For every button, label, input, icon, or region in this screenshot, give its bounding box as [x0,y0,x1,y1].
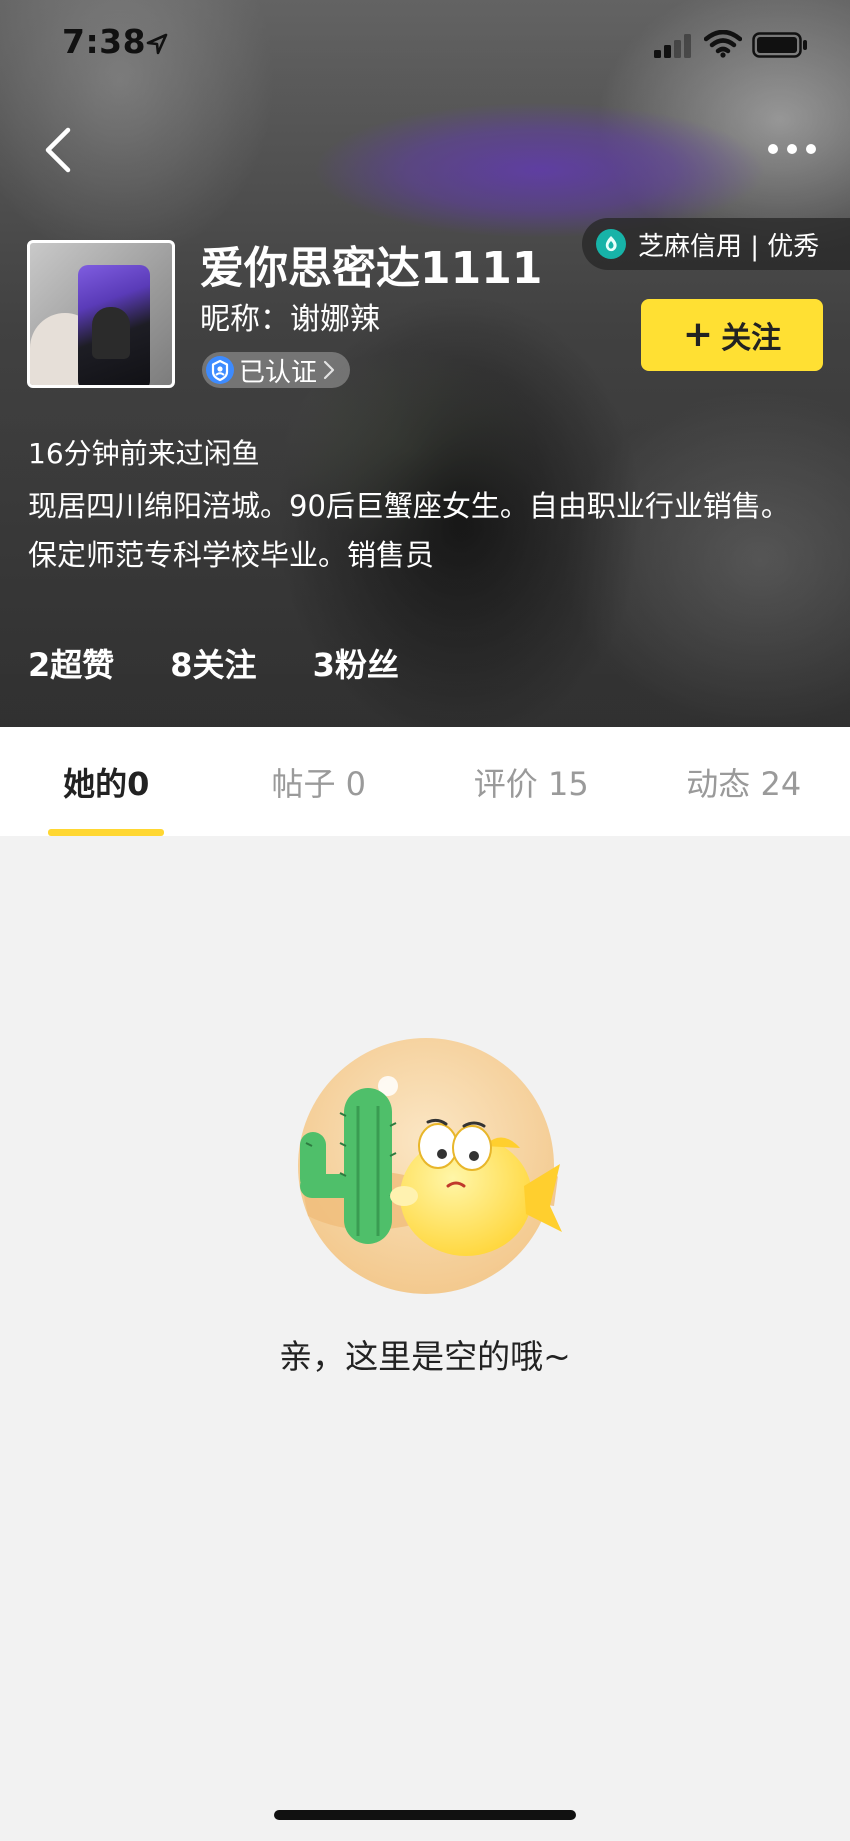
tab-label: 她的0 [63,764,150,803]
verified-badge[interactable]: 已认证 [202,352,350,388]
tab-label: 动态 24 [686,764,802,803]
tab-label: 评价 15 [473,764,589,803]
bio-text: 现居四川绵阳涪城。90后巨蟹座女生。自由职业行业销售。保定师范专科学校毕业。销售… [28,489,790,572]
wifi-icon [704,30,742,58]
last-seen-text: 16分钟前来过闲鱼 [28,437,260,470]
stat-likes[interactable]: 2超赞 [28,640,114,686]
stats-row: 2超赞 8关注 3粉丝 [28,640,399,686]
status-time: 7:38 [62,22,147,61]
avatar-figure-shape [92,307,130,359]
stat-following[interactable]: 8关注 [170,640,256,686]
verified-shield-icon [206,356,234,384]
back-icon[interactable] [40,124,76,176]
sesame-credit-badge[interactable]: 芝麻信用 | 优秀 [582,218,850,270]
tab-active-indicator [48,829,164,836]
location-arrow-icon [146,33,168,55]
tab-hers[interactable]: 她的0 [0,727,213,836]
stat-followers[interactable]: 3粉丝 [313,640,399,686]
tab-reviews[interactable]: 评价 15 [425,727,638,836]
tab-label: 帖子 0 [271,764,367,803]
profile-tabs: 她的0 帖子 0 评价 15 动态 24 [0,727,850,836]
verified-label: 已认证 [239,357,318,388]
chevron-right-icon [323,360,335,380]
plus-icon: + [682,314,714,355]
profile-header: 7:38 芝麻信用 | 优秀 爱你思密达1111 昵称：谢娜辣 已认证 + 关注… [0,0,850,727]
tab-activity[interactable]: 动态 24 [638,727,850,836]
sesame-credit-icon [596,229,626,259]
empty-state-text: 亲，这里是空的哦~ [279,1337,571,1376]
more-icon[interactable] [764,136,820,162]
cactus-and-fish-illustration [298,1038,562,1294]
follow-label: 关注 [721,321,782,356]
sesame-credit-text: 芝麻信用 | 优秀 [638,231,820,262]
battery-icon [752,32,807,58]
avatar[interactable] [27,240,175,388]
follow-button[interactable]: + 关注 [641,299,823,371]
home-indicator[interactable] [274,1810,576,1820]
tab-posts[interactable]: 帖子 0 [213,727,426,836]
signal-icon [654,34,691,58]
display-name: 爱你思密达1111 [200,243,543,294]
nickname: 昵称：谢娜辣 [200,302,380,337]
